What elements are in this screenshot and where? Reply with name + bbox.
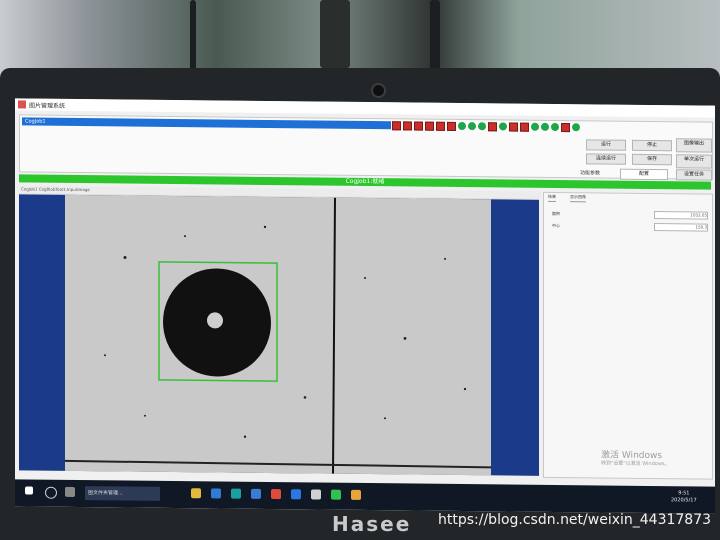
results-panel: 结果 显示图像 面积 1032.05 中心 150.3 [543,191,713,480]
app-icon [18,100,26,109]
source-watermark: https://blog.csdn.net/weixin_44317873 [438,512,712,528]
inspection-image [64,194,492,476]
center-label: 中心 [552,222,560,229]
tool-icon-strip [392,120,582,132]
area-value: 1032.05 [654,211,708,220]
window-title: 图片管理系统 [29,102,66,110]
area-label: 面积 [552,210,560,217]
webcam-icon [371,83,386,98]
tool-icon[interactable] [520,122,529,132]
settings-button[interactable]: 设置任务 [676,169,712,181]
camera-image[interactable] [19,194,539,476]
stop-button[interactable]: 停止 [632,139,672,152]
save-button[interactable]: 保存 [632,153,672,166]
search-icon[interactable] [45,486,57,499]
center-value: 150.3 [654,223,708,232]
blob-overlay [64,197,492,474]
edge-icon[interactable] [291,489,301,500]
taskbar-clock[interactable]: 9:51 2020/5/17 [671,490,697,504]
laptop-screen: 图片管理系统 CogJob1 运行 停止 连续运行 保存 图像输出 单次运行 功… [15,98,715,514]
status-dot-icon[interactable] [478,122,486,131]
wechat-icon[interactable] [331,489,341,500]
app-icon[interactable] [211,488,221,499]
status-dot-icon[interactable] [531,122,539,131]
tool-icon[interactable] [447,121,456,131]
toolbar-panel: CogJob1 运行 停止 连续运行 保存 图像输出 单次运行 功能参数 配置 … [19,114,713,181]
app-icon[interactable] [271,489,281,500]
tab-results[interactable]: 结果 [548,193,556,203]
tool-icon[interactable] [436,121,445,131]
tool-icon[interactable] [488,121,497,131]
taskbar-app-item[interactable]: 图文件夹管理... [85,486,160,501]
store-icon[interactable] [251,488,261,499]
tool-icon[interactable] [403,120,412,130]
tool-icon[interactable] [561,122,570,132]
status-dot-icon[interactable] [499,122,507,131]
tool-icon[interactable] [392,120,401,130]
cable [190,0,196,70]
job-selector[interactable]: CogJob1 [22,117,391,130]
windows-start-icon[interactable] [25,486,33,495]
status-dot-icon[interactable] [468,122,476,131]
cable [430,0,440,72]
folder-icon[interactable] [191,488,201,499]
status-dot-icon[interactable] [541,122,549,131]
image-output-button[interactable]: 图像输出 [676,138,712,153]
function-label: 功能参数 [580,170,601,177]
tool-icon[interactable] [414,121,423,131]
single-run-button[interactable]: 单次运行 [676,154,712,169]
status-dot-icon[interactable] [458,121,466,131]
clock-date: 2020/5/17 [671,497,697,504]
tab-display-image[interactable]: 显示图像 [570,194,586,203]
laptop-brand-logo: Hasee [332,512,412,536]
tool-icon[interactable] [425,121,434,131]
activate-windows-hint: 转到"设置"以激活 Windows。 [601,460,670,468]
tool-icon[interactable] [509,122,518,132]
image-viewer[interactable]: CogJob1 CogBlobTool1.InputImage [19,186,541,476]
status-dot-icon[interactable] [551,122,559,132]
task-view-icon[interactable] [65,486,75,497]
run-button[interactable]: 运行 [586,139,626,151]
cable [320,0,350,68]
function-select[interactable]: 配置 [620,168,668,181]
app-icon[interactable] [311,489,321,500]
app-icon[interactable] [231,488,241,499]
continuous-run-button[interactable]: 连续运行 [586,153,626,165]
status-dot-icon[interactable] [572,123,580,132]
app-icon[interactable] [351,489,361,500]
